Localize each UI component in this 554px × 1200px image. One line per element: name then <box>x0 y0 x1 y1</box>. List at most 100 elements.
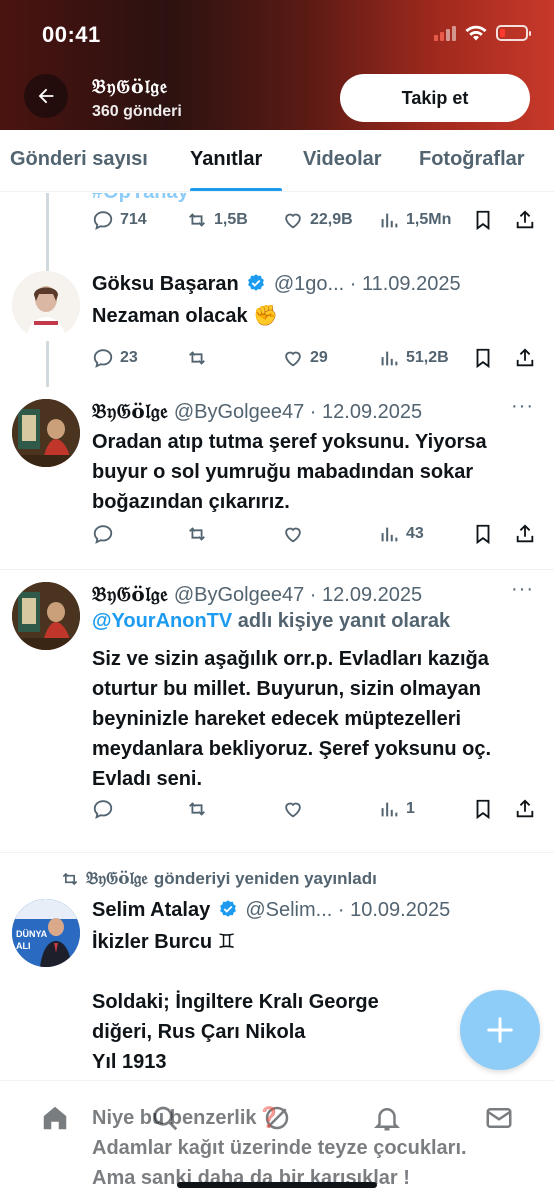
like-action[interactable]: 29 <box>282 347 328 369</box>
share-action[interactable] <box>514 798 536 820</box>
bookmark-icon <box>476 210 490 231</box>
reply-to-label: adlı kişiye yanıt olarak <box>232 610 451 632</box>
bookmark-icon <box>476 348 490 369</box>
like-action[interactable] <box>282 523 310 545</box>
author-name[interactable]: Göksu Başaran <box>92 273 239 295</box>
overlay-line: Niye bu benzerlik❓ <box>92 1107 282 1129</box>
tweet-text-line: İkizler Burcu ♊ <box>92 931 236 953</box>
bookmark-icon <box>476 799 490 820</box>
reply-action[interactable] <box>92 523 120 545</box>
avatar[interactable] <box>12 399 80 467</box>
views-icon <box>381 802 398 817</box>
compose-button[interactable] <box>460 990 540 1070</box>
author-name[interactable]: 𝔅𝔶𝔊ö𝔩𝔤𝔢 <box>92 582 168 606</box>
back-button[interactable] <box>24 74 68 118</box>
battery-icon <box>496 25 531 41</box>
author-name[interactable]: Selim Atalay <box>92 899 210 921</box>
bookmark-action[interactable] <box>472 209 494 231</box>
author-handle[interactable]: @ByGolgee47 <box>174 584 304 606</box>
bookmark-action[interactable] <box>472 798 494 820</box>
reply-to-link[interactable]: @YourAnonTV <box>92 610 232 632</box>
post-count: 360 gönderi <box>92 103 182 120</box>
signal-icon <box>434 25 456 41</box>
avatar[interactable]: DÜNYA ALI <box>12 899 80 967</box>
tweet[interactable]: 𝔅𝔶𝔊ö𝔩𝔤𝔢 @ByGolgee47 · 12.09.2025 ··· Ora… <box>0 387 554 563</box>
bookmark-action[interactable] <box>472 347 494 369</box>
like-action[interactable] <box>282 798 304 820</box>
reply-icon <box>93 525 113 544</box>
verified-badge-icon <box>219 900 236 917</box>
tweet-date[interactable]: · 10.09.2025 <box>338 899 450 921</box>
reply-action[interactable] <box>92 798 114 820</box>
reposter-name[interactable]: 𝔅𝔶𝔊ö𝔩𝔤𝔢 <box>86 869 148 889</box>
share-action[interactable] <box>514 209 536 231</box>
more-options-icon[interactable]: ··· <box>511 395 534 418</box>
verified-badge-icon <box>248 274 265 291</box>
home-icon[interactable] <box>40 1103 70 1133</box>
heart-icon <box>285 351 301 367</box>
like-action[interactable]: 22,9B <box>282 209 353 231</box>
tweet-actions: 714 1,5B 22,9B 1,5Mn <box>92 209 540 239</box>
author-name[interactable]: 𝔅𝔶𝔊ö𝔩𝔤𝔢 <box>92 399 168 423</box>
views-action[interactable]: 51,2B <box>378 347 449 369</box>
views-action[interactable]: 1 <box>378 798 415 820</box>
tweet-date[interactable]: · 12.09.2025 <box>310 584 422 606</box>
repost-icon <box>189 351 205 365</box>
overlay-line: Ama sanki daha da bir karışıklar ! <box>92 1167 410 1189</box>
profile-header: 00:41 𝔅𝔶𝔊ö𝔩𝔤𝔢 360 gönderi Takip et <box>0 0 554 130</box>
bookmark-action[interactable] <box>472 523 494 545</box>
repost-count: 1,5B <box>214 211 248 228</box>
tweet-text: Siz ve sizin aşağılık orr.p. Evladları k… <box>92 648 492 790</box>
repost-action[interactable] <box>186 798 208 820</box>
repost-icon <box>189 213 205 227</box>
repost-action[interactable] <box>186 523 214 545</box>
reply-action[interactable]: 23 <box>92 347 138 369</box>
repost-action[interactable]: 1,5B <box>186 209 248 231</box>
more-options-icon[interactable]: ··· <box>511 578 534 601</box>
tab-posts[interactable]: Gönderi sayısı <box>10 148 148 171</box>
tweet[interactable]: 𝔅𝔶𝔊ö𝔩𝔤𝔢 @ByGolgee47 · 12.09.2025 ··· @Yo… <box>0 570 554 846</box>
reply-context: @YourAnonTV adlı kişiye yanıt olarak <box>92 610 450 633</box>
heart-icon <box>285 527 301 543</box>
tab-videos[interactable]: Videolar <box>303 148 382 171</box>
avatar-image <box>12 399 80 467</box>
tab-replies[interactable]: Yanıtlar <box>190 148 262 171</box>
views-action[interactable]: 43 <box>378 523 424 545</box>
tweet-date[interactable]: · 11.09.2025 <box>350 273 461 295</box>
share-action[interactable] <box>514 523 536 545</box>
views-count: 51,2B <box>406 349 449 366</box>
tweet-text-overlay: Niye bu benzerlik❓ Adamlar kağıt üzerind… <box>92 1103 467 1193</box>
follow-button[interactable]: Takip et <box>340 74 530 122</box>
tab-photos[interactable]: Fotoğraflar <box>419 148 525 171</box>
active-tab-indicator <box>190 188 282 191</box>
status-icons <box>434 24 531 42</box>
author-handle[interactable]: @1go... <box>274 273 344 295</box>
avatar[interactable] <box>12 271 80 339</box>
reply-count: 714 <box>120 211 147 228</box>
author-handle[interactable]: @Selim... <box>245 899 332 921</box>
messages-icon[interactable] <box>484 1103 514 1133</box>
reply-action[interactable]: 714 <box>92 209 147 231</box>
share-action[interactable] <box>514 347 536 369</box>
views-count: 43 <box>406 525 424 542</box>
svg-text:DÜNYA: DÜNYA <box>16 929 48 939</box>
tweet[interactable]: #OpYanay 714 1,5B 22,9B 1,5Mn <box>0 193 554 267</box>
tweet-header: Selim Atalay @Selim... · 10.09.2025 <box>92 899 450 922</box>
share-icon <box>516 524 534 543</box>
home-indicator <box>177 1182 377 1188</box>
views-count: 1,5Mn <box>406 211 452 228</box>
tweet-text: Nezaman olacak ✊ <box>92 305 279 327</box>
back-arrow-icon <box>38 88 54 104</box>
tweet-actions: 1 <box>92 798 540 828</box>
tweet[interactable]: Göksu Başaran @1go... · 11.09.2025 Nezam… <box>0 267 554 387</box>
tweet-header: 𝔅𝔶𝔊ö𝔩𝔤𝔢 @ByGolgee47 · 12.09.2025 <box>92 399 422 424</box>
repost-action[interactable] <box>186 347 214 369</box>
reply-icon <box>93 800 113 819</box>
tweet-date[interactable]: · 12.09.2025 <box>310 401 422 423</box>
profile-tabs: Gönderi sayısı Yanıtlar Videolar Fotoğra… <box>0 130 554 192</box>
views-action[interactable]: 1,5Mn <box>378 209 451 231</box>
avatar[interactable] <box>12 582 80 650</box>
share-icon <box>516 799 534 818</box>
author-handle[interactable]: @ByGolgee47 <box>174 401 304 423</box>
views-icon <box>381 213 398 228</box>
